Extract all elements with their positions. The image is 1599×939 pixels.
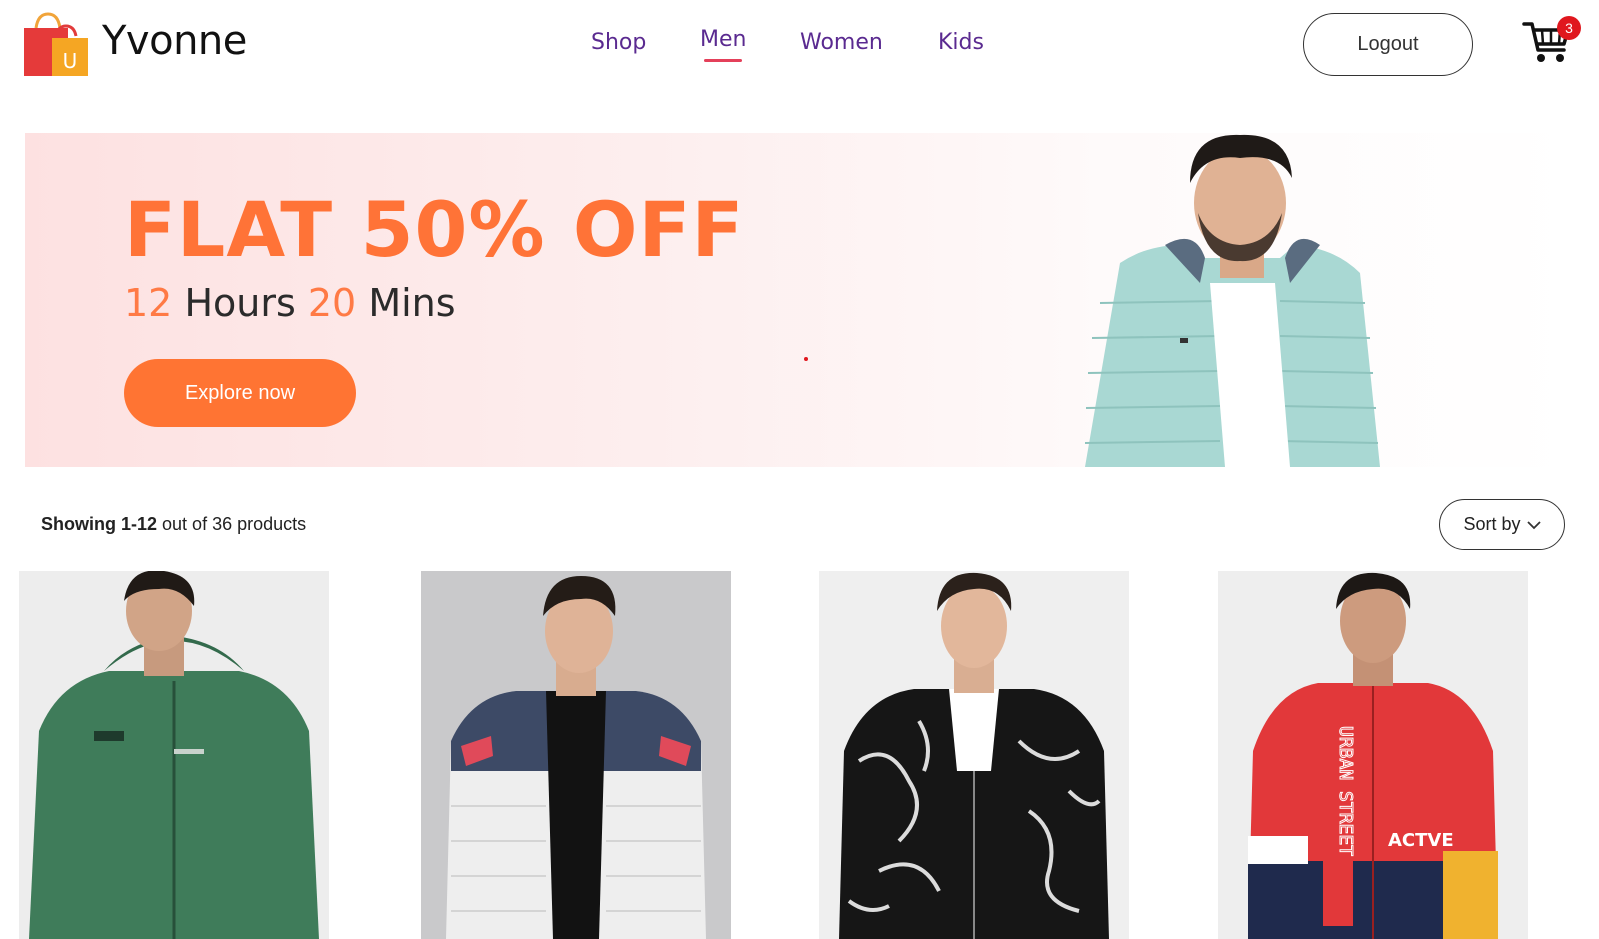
banner-model-image	[1084, 134, 1380, 467]
countdown-mins-value: 20	[307, 281, 357, 325]
product-card-green-hoodie[interactable]	[19, 571, 329, 939]
sort-by-dropdown[interactable]: Sort by	[1439, 499, 1565, 550]
promo-title: FLAT 50% OFF	[124, 185, 745, 274]
countdown-hours-value: 12	[124, 281, 173, 325]
results-total: out of 36 products	[162, 514, 307, 534]
countdown-timer: 12 Hours 20 Mins	[124, 281, 456, 325]
countdown-hours-label: Hours	[184, 281, 296, 325]
nav-item-women[interactable]: Women	[800, 30, 883, 55]
svg-text:URBAN STREET: URBAN STREET	[1335, 726, 1356, 856]
product-image-marble-bomber	[839, 572, 1109, 939]
nav-item-shop[interactable]: Shop	[591, 30, 646, 55]
svg-text:ACTVE: ACTVE	[1388, 830, 1454, 851]
active-nav-underline	[704, 59, 743, 62]
nav-item-label: Shop	[591, 30, 647, 55]
logout-button[interactable]: Logout	[1303, 13, 1473, 76]
product-card-red-windbreaker[interactable]: URBAN STREET ACTVE	[1218, 571, 1528, 939]
product-image-white-puffer	[446, 576, 706, 939]
nav-item-kids[interactable]: Kids	[938, 30, 984, 55]
product-card-marble-bomber[interactable]	[819, 571, 1129, 939]
promo-banner: FLAT 50% OFF 12 Hours 20 Mins Explore no…	[25, 133, 1575, 467]
product-image-green-hoodie	[29, 571, 319, 939]
nav-item-label: Women	[800, 30, 883, 55]
sort-by-label: Sort by	[1463, 514, 1521, 534]
carousel-indicator-dot[interactable]	[804, 357, 808, 361]
results-range: Showing 1-12	[41, 514, 158, 534]
site-header: U Yvonne Shop Men Women Kids Logout 3	[0, 0, 1599, 90]
nav-item-label: Men	[700, 27, 747, 52]
countdown-mins-label: Mins	[368, 281, 456, 325]
cart-count-badge: 3	[1557, 16, 1581, 40]
nav-item-label: Kids	[938, 30, 984, 55]
product-card-white-puffer[interactable]	[421, 571, 731, 939]
chevron-down-icon	[1526, 520, 1541, 529]
explore-now-button[interactable]: Explore now	[124, 359, 356, 427]
results-count: Showing 1-12 out of 36 products	[41, 514, 306, 535]
product-image-red-windbreaker: URBAN STREET ACTVE	[1248, 572, 1498, 939]
nav-item-men[interactable]: Men	[700, 27, 747, 62]
